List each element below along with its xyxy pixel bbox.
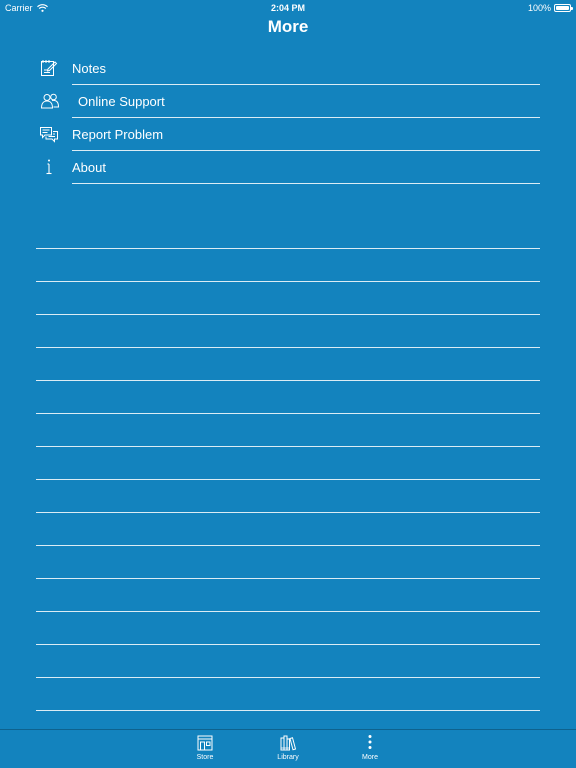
tab-bar: Store Library More <box>0 729 576 768</box>
empty-row <box>36 513 540 546</box>
menu-item-report-problem[interactable]: Report Problem <box>36 118 540 151</box>
tab-label: More <box>362 754 378 761</box>
empty-row <box>36 348 540 381</box>
chat-bubbles-icon <box>40 127 58 143</box>
tab-store[interactable]: Store <box>175 730 235 768</box>
empty-row <box>36 447 540 480</box>
menu-item-label: Online Support <box>78 94 165 109</box>
empty-row <box>36 480 540 513</box>
menu-item-notes[interactable]: Notes <box>36 52 540 85</box>
empty-row <box>36 315 540 348</box>
empty-row <box>36 282 540 315</box>
status-time: 2:04 PM <box>270 3 305 13</box>
menu-item-label: Report Problem <box>72 127 164 142</box>
menu-item-label: About <box>72 160 106 175</box>
empty-row <box>36 249 540 282</box>
menu-list: Notes Online Support Report Problem Abou… <box>36 52 540 184</box>
empty-row <box>36 678 540 711</box>
battery-icon <box>554 4 573 12</box>
menu-item-label: Notes <box>72 61 106 76</box>
status-bar: Carrier 2:04 PM 100% <box>0 0 576 16</box>
tab-label: Store <box>196 754 214 761</box>
empty-row <box>36 381 540 414</box>
menu-item-about[interactable]: About <box>36 151 540 184</box>
empty-row <box>36 612 540 645</box>
empty-row <box>36 414 540 447</box>
empty-table-rows <box>36 216 540 711</box>
battery-percent: 100% <box>527 3 551 13</box>
empty-row <box>36 546 540 579</box>
tab-library[interactable]: Library <box>258 730 318 768</box>
divider <box>72 183 540 184</box>
books-icon <box>280 735 297 751</box>
people-icon <box>40 93 60 109</box>
page-title: More <box>267 17 309 36</box>
empty-row <box>36 579 540 612</box>
notes-icon <box>41 60 58 76</box>
info-icon <box>46 159 52 175</box>
tab-label: Library <box>277 754 299 761</box>
menu-item-online-support[interactable]: Online Support <box>36 85 540 118</box>
empty-row <box>36 645 540 678</box>
more-icon <box>368 735 372 749</box>
store-icon <box>197 735 213 751</box>
status-battery: 100% <box>527 3 573 13</box>
tab-more[interactable]: More <box>340 730 400 768</box>
empty-row <box>36 216 540 249</box>
